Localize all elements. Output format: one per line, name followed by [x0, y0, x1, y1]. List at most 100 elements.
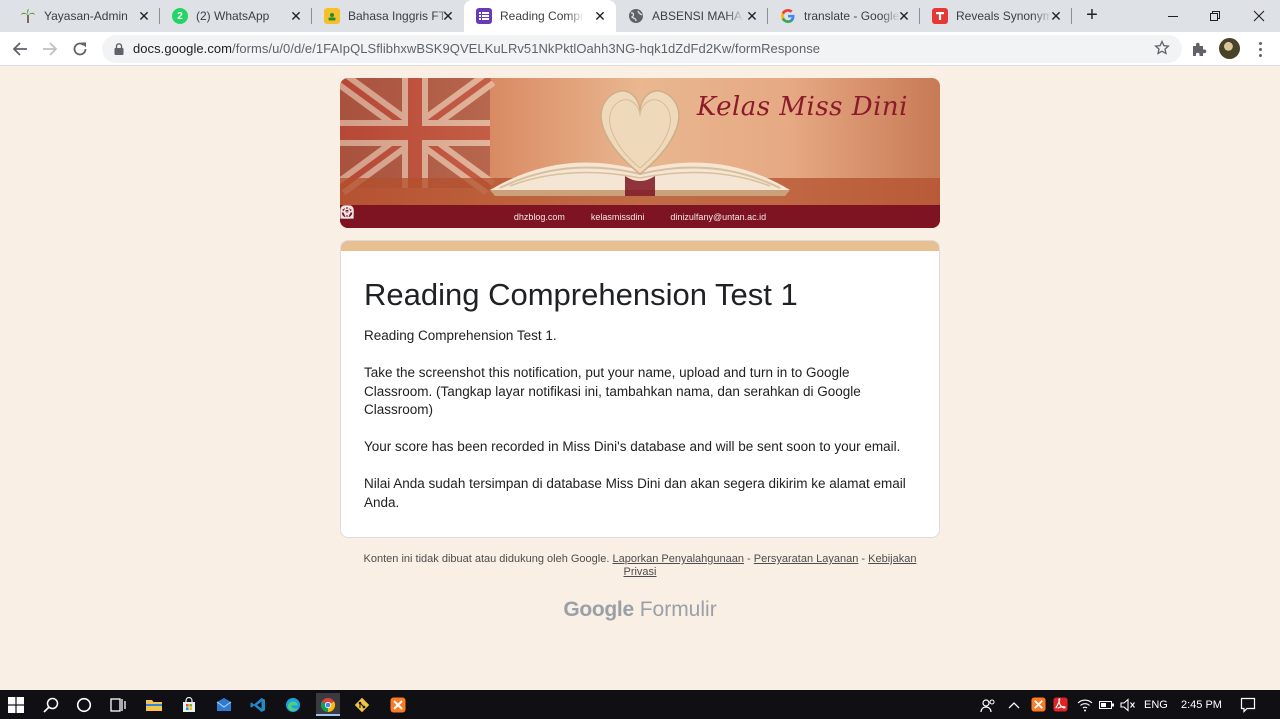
tab-strip: Yayasan-Admin ✕ 2 (2) WhatsApp ✕ Bahasa … [0, 0, 1280, 32]
banner-instagram: kelasmissdini [340, 205, 644, 222]
wifi-tray-button[interactable] [1077, 690, 1093, 719]
edge-icon [286, 697, 300, 712]
message-paragraph: Reading Comprehension Test 1. [364, 328, 557, 343]
tab-translate-google[interactable]: translate - Google ✕ [768, 0, 920, 32]
start-button[interactable] [4, 693, 28, 716]
restore-button[interactable] [1192, 0, 1238, 32]
search-icon [43, 697, 59, 713]
battery-icon [1099, 700, 1114, 709]
xampp-icon [1031, 697, 1046, 712]
reload-icon [73, 42, 87, 56]
tab-absensi-mahasiswa[interactable]: ABSENSI MAHASISWA ✕ [616, 0, 768, 32]
close-window-button[interactable] [1236, 0, 1280, 32]
arrow-left-icon [12, 42, 27, 56]
close-icon[interactable]: ✕ [896, 8, 912, 24]
form-header-banner: Kelas Miss Dini dhzblog.com kelasmissdin… [340, 78, 940, 228]
close-icon [1253, 10, 1265, 22]
url-text[interactable]: docs.google.com/forms/u/0/d/e/1FAIpQLSfl… [133, 41, 820, 56]
tab-title: translate - Google [804, 9, 900, 23]
banner-website-text: dhzblog.com [513, 211, 565, 222]
back-button[interactable] [8, 37, 32, 61]
palm-icon [20, 8, 36, 24]
tab-title: Reveals Synonyms [956, 9, 1052, 23]
search-button[interactable] [39, 693, 63, 716]
people-button[interactable] [980, 690, 996, 719]
minimize-icon [1168, 16, 1178, 17]
browser-toolbar: docs.google.com/forms/u/0/d/e/1FAIpQLSfl… [0, 32, 1280, 66]
task-view-button[interactable] [106, 693, 130, 716]
show-hidden-icons-button[interactable] [1008, 690, 1020, 719]
browser-menu-button[interactable] [1255, 40, 1265, 58]
new-tab-button[interactable]: + [1081, 4, 1103, 26]
git-button[interactable] [350, 693, 374, 716]
banner-brand-title: Kelas Miss Dini [696, 92, 908, 122]
edge-button[interactable] [281, 693, 305, 716]
chrome-button[interactable] [316, 693, 340, 716]
tab-bahasa-inggris[interactable]: Bahasa Inggris FT ✕ [312, 0, 464, 32]
banner-email: dinizulfany@untan.ac.id [340, 205, 767, 222]
footer-separator: - [858, 553, 869, 565]
whatsapp-icon: 2 [172, 8, 188, 24]
file-explorer-button[interactable] [142, 693, 166, 716]
task-view-icon [110, 697, 126, 712]
arrow-right-icon [43, 42, 58, 56]
close-icon[interactable]: ✕ [592, 8, 608, 24]
tab-yayasan-admin[interactable]: Yayasan-Admin ✕ [8, 0, 160, 32]
restore-icon [1210, 11, 1220, 21]
volume-tray-button[interactable] [1120, 690, 1136, 719]
google-forms-logo[interactable]: Google Formulir [340, 598, 940, 622]
message-paragraph: Nilai Anda sudah tersimpan di database M… [364, 476, 906, 510]
mail-icon [216, 697, 232, 711]
clock[interactable]: 2:45 PM [1181, 690, 1222, 719]
close-icon[interactable]: ✕ [1048, 8, 1064, 24]
minimize-button[interactable] [1150, 0, 1196, 32]
classroom-icon [324, 8, 340, 24]
chrome-icon [320, 697, 336, 712]
xampp-tray-button[interactable] [1031, 690, 1046, 719]
xampp-icon [390, 697, 406, 712]
footer-separator: - [743, 553, 754, 565]
windows-taskbar: ENG 2:45 PM [0, 690, 1280, 719]
tab-title: ABSENSI MAHASISWA [652, 9, 744, 23]
close-icon[interactable]: ✕ [288, 8, 304, 24]
address-bar[interactable]: docs.google.com/forms/u/0/d/e/1FAIpQLSfl… [102, 35, 1182, 63]
banner-email-text: dinizulfany@untan.ac.id [670, 211, 767, 222]
bookmark-star-icon[interactable] [1154, 40, 1170, 56]
tab-separator [1071, 8, 1072, 24]
extensions-icon[interactable] [1190, 40, 1208, 58]
tab-whatsapp[interactable]: 2 (2) WhatsApp ✕ [160, 0, 312, 32]
mail-button[interactable] [212, 693, 236, 716]
action-center-button[interactable] [1240, 690, 1256, 719]
banner-website: dhzblog.com [340, 205, 565, 222]
profile-avatar[interactable] [1219, 38, 1240, 59]
xampp-button[interactable] [386, 693, 410, 716]
form-footer: Konten ini tidak dibuat atau didukung ol… [356, 553, 924, 579]
git-icon [354, 697, 370, 712]
close-icon[interactable]: ✕ [136, 8, 152, 24]
volume-muted-icon [1120, 697, 1135, 712]
tab-reveals-synonyms[interactable]: Reveals Synonyms ✕ [920, 0, 1072, 32]
lock-icon[interactable] [114, 43, 124, 55]
forward-button[interactable] [38, 37, 62, 61]
notification-icon [1240, 697, 1256, 713]
terms-of-service-link[interactable]: Persyaratan Layanan [754, 553, 859, 565]
cortana-button[interactable] [72, 693, 96, 716]
vscode-button[interactable] [246, 693, 270, 716]
tab-reading-comprehension[interactable]: Reading Comprehension ✕ [464, 0, 616, 32]
store-button[interactable] [177, 693, 201, 716]
footer-disclaimer: Konten ini tidak dibuat atau didukung ol… [363, 553, 610, 565]
card-accent-bar [341, 241, 939, 251]
close-icon[interactable]: ✕ [440, 8, 456, 24]
battery-tray-button[interactable] [1099, 690, 1115, 719]
banner-contact-strip: dhzblog.com kelasmissdini dinizulfany@un… [340, 205, 940, 228]
confirmation-message: Reading Comprehension Test 1. Take the s… [364, 327, 920, 531]
report-abuse-link[interactable]: Laporkan Penyalahgunaan [612, 553, 744, 565]
form-response-card: Reading Comprehension Test 1 Reading Com… [340, 240, 940, 538]
language-indicator[interactable]: ENG [1144, 690, 1168, 719]
people-icon [980, 698, 995, 712]
thesaurus-icon [932, 8, 948, 24]
wifi-icon [1077, 699, 1093, 711]
acrobat-tray-button[interactable] [1053, 690, 1068, 719]
reload-button[interactable] [68, 37, 92, 61]
close-icon[interactable]: ✕ [744, 8, 760, 24]
